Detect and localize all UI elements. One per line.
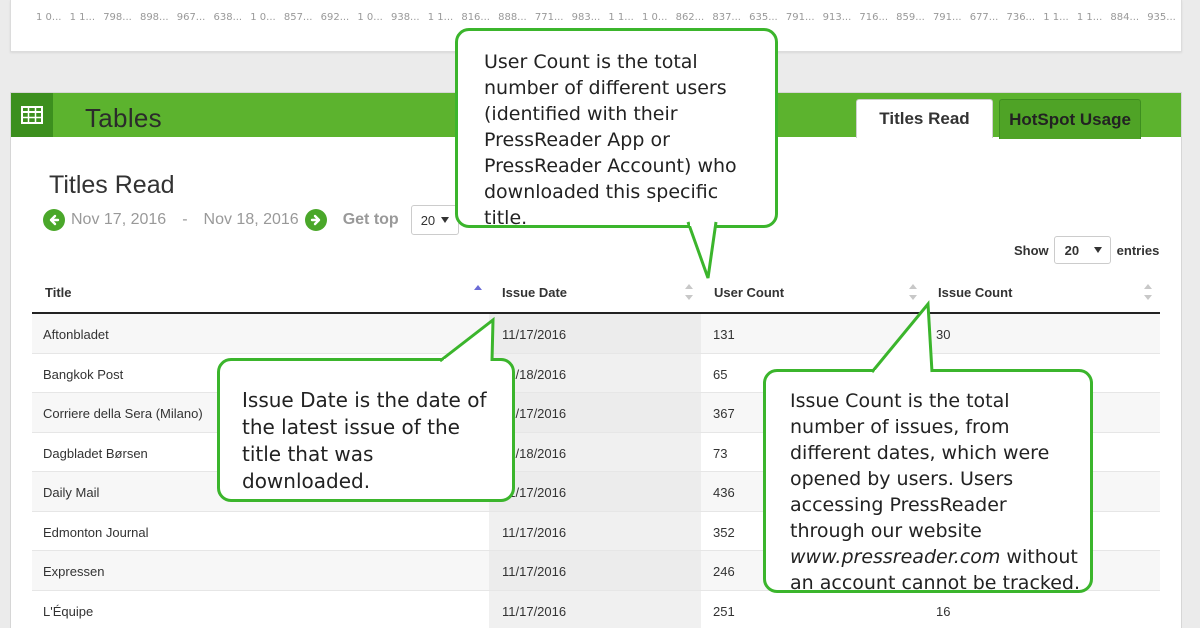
date-separator: - — [182, 211, 188, 228]
previous-date-button[interactable] — [43, 209, 65, 231]
date-to: Nov 18, 2016 — [203, 211, 299, 228]
chart-axis-label: 638... — [213, 12, 243, 23]
chart-axis-label: 1 1... — [69, 12, 96, 23]
chart-axis-label: 1 1... — [1043, 12, 1069, 23]
cell-user-count: 131 — [713, 327, 735, 342]
cell-user-count: 251 — [713, 603, 735, 619]
chart-axis-label: 1 0... — [641, 12, 668, 23]
chart-axis-label: 967... — [176, 12, 206, 23]
table-row[interactable]: L'Équipe 11/17/2016 251 16 — [32, 590, 1160, 628]
cell-user-count: 65 — [713, 366, 728, 382]
chart-axis-label: 862... — [675, 12, 705, 23]
user-count-callout: User Count is the total number of differ… — [455, 28, 778, 229]
cell-title: Dagbladet Børsen — [43, 445, 148, 461]
sort-ascending-icon[interactable] — [473, 282, 483, 302]
tab-hotspot-usage[interactable]: HotSpot Usage — [999, 99, 1141, 139]
show-label: Show — [1014, 242, 1049, 258]
date-range-row: Nov 17, 2016 - Nov 18, 2016 Get top 20 — [43, 205, 459, 235]
cell-title: Daily Mail — [43, 485, 100, 500]
chart-axis-label: 913... — [822, 12, 852, 23]
cell-issue-date: 11/17/2016 — [502, 603, 567, 619]
issue-count-callout: Issue Count is the total number of issue… — [763, 369, 1093, 594]
entries-label: entries — [1116, 242, 1160, 258]
chart-axis-label: 716... — [859, 12, 889, 23]
issue-date-callout-pointer — [439, 316, 495, 367]
chart-axis-label: 935... — [1147, 12, 1176, 23]
get-top-value: 20 — [420, 212, 436, 228]
chart-axis-label: 1 1... — [1076, 12, 1103, 23]
cell-title: Expressen — [43, 564, 105, 579]
chart-axis-label: 1 0... — [357, 12, 383, 23]
chart-axis-label: 888... — [498, 12, 527, 23]
sort-both-icon[interactable] — [1143, 282, 1153, 302]
cell-title: Aftonbladet — [43, 327, 109, 342]
chart-axis-label: 938... — [390, 12, 420, 23]
chart-axis-label: 635... — [749, 12, 778, 23]
cell-issue-count: 16 — [936, 603, 951, 619]
chart-axis-label: 736... — [1006, 12, 1036, 23]
chart-axis-labels: 1 0... 1 1... 798... 898... 967... 638... 1 0.… — [36, 12, 1176, 23]
cell-issue-date: 11/17/2016 — [502, 564, 567, 579]
chart-axis-label: 1 1... — [608, 12, 634, 23]
cell-user-count: 246 — [713, 564, 735, 579]
cell-user-count: 73 — [713, 445, 728, 461]
cell-issue-date: 11/17/2016 — [502, 327, 567, 342]
tab-titles-read[interactable]: Titles Read — [856, 99, 993, 138]
cell-issue-date: 11/17/2016 — [502, 524, 567, 540]
cell-title: Corriere della Sera (Milano) — [43, 406, 203, 421]
column-header-user-count[interactable]: User Count — [714, 285, 784, 300]
show-entries-control: Show 20 entries — [1014, 236, 1159, 264]
chart-axis-label: 791... — [785, 12, 815, 23]
chart-axis-label: 677... — [969, 12, 999, 23]
chart-axis-label: 771... — [534, 12, 564, 23]
chart-axis-label: 884... — [1110, 12, 1140, 23]
entries-value: 20 — [1064, 242, 1080, 258]
section-title: Titles Read — [49, 171, 175, 199]
chart-axis-label: 857... — [283, 12, 313, 23]
date-from: Nov 17, 2016 — [71, 211, 167, 228]
next-date-button[interactable] — [304, 209, 327, 231]
user-count-callout-pointer — [686, 220, 718, 279]
table-row[interactable]: Aftonbladet 11/17/2016 131 30 — [32, 314, 1160, 354]
pressreader-website-link[interactable]: www.pressreader.com — [790, 546, 1000, 568]
caret-down-icon — [1093, 247, 1102, 253]
chart-axis-label: 898... — [139, 12, 169, 23]
sort-both-icon[interactable] — [908, 282, 918, 302]
cell-user-count: 367 — [713, 406, 735, 421]
chart-axis-label: 1 0... — [250, 12, 276, 23]
cell-title: L'Équipe — [43, 603, 94, 619]
issue-date-callout: Issue Date is the date of the latest iss… — [217, 358, 515, 502]
issue-count-callout-pointer — [870, 300, 934, 378]
entries-select[interactable]: 20 — [1053, 236, 1111, 264]
issue-date-callout-text: Issue Date is the date of the latest iss… — [242, 388, 487, 493]
chart-axis-label: 791... — [932, 12, 962, 23]
sort-both-icon[interactable] — [684, 282, 694, 302]
panel-title: Tables — [85, 103, 162, 133]
arrow-left-icon — [49, 214, 60, 226]
chart-axis-label: 798... — [103, 12, 132, 23]
chart-axis-label: 692... — [320, 12, 350, 23]
table-grid-icon — [11, 93, 53, 137]
cell-user-count: 352 — [713, 524, 735, 540]
column-header-issue-count[interactable]: Issue Count — [938, 285, 1012, 300]
chart-axis-label: 816... — [461, 12, 490, 23]
get-top-select[interactable]: 20 — [410, 205, 459, 235]
get-top-label: Get top — [342, 211, 399, 228]
column-header-title[interactable]: Title — [45, 285, 72, 300]
user-count-callout-text: User Count is the total number of differ… — [484, 51, 737, 229]
table-header: Title Issue Date User Count Issue Count — [32, 273, 1160, 314]
caret-down-icon — [441, 217, 450, 223]
issue-count-callout-text-1: Issue Count is the total number of issue… — [790, 390, 1050, 542]
chart-axis-label: 1 0... — [36, 12, 62, 23]
cell-title: Edmonton Journal — [43, 524, 149, 540]
chart-axis-label: 1 1... — [427, 12, 454, 23]
arrow-right-icon — [310, 214, 320, 226]
chart-axis-label: 837... — [712, 12, 741, 23]
cell-user-count: 436 — [713, 485, 735, 500]
chart-axis-label: 983... — [571, 12, 601, 23]
chart-axis-label: 859... — [896, 12, 925, 23]
column-header-issue-date[interactable]: Issue Date — [502, 285, 567, 300]
cell-title: Bangkok Post — [43, 366, 124, 382]
